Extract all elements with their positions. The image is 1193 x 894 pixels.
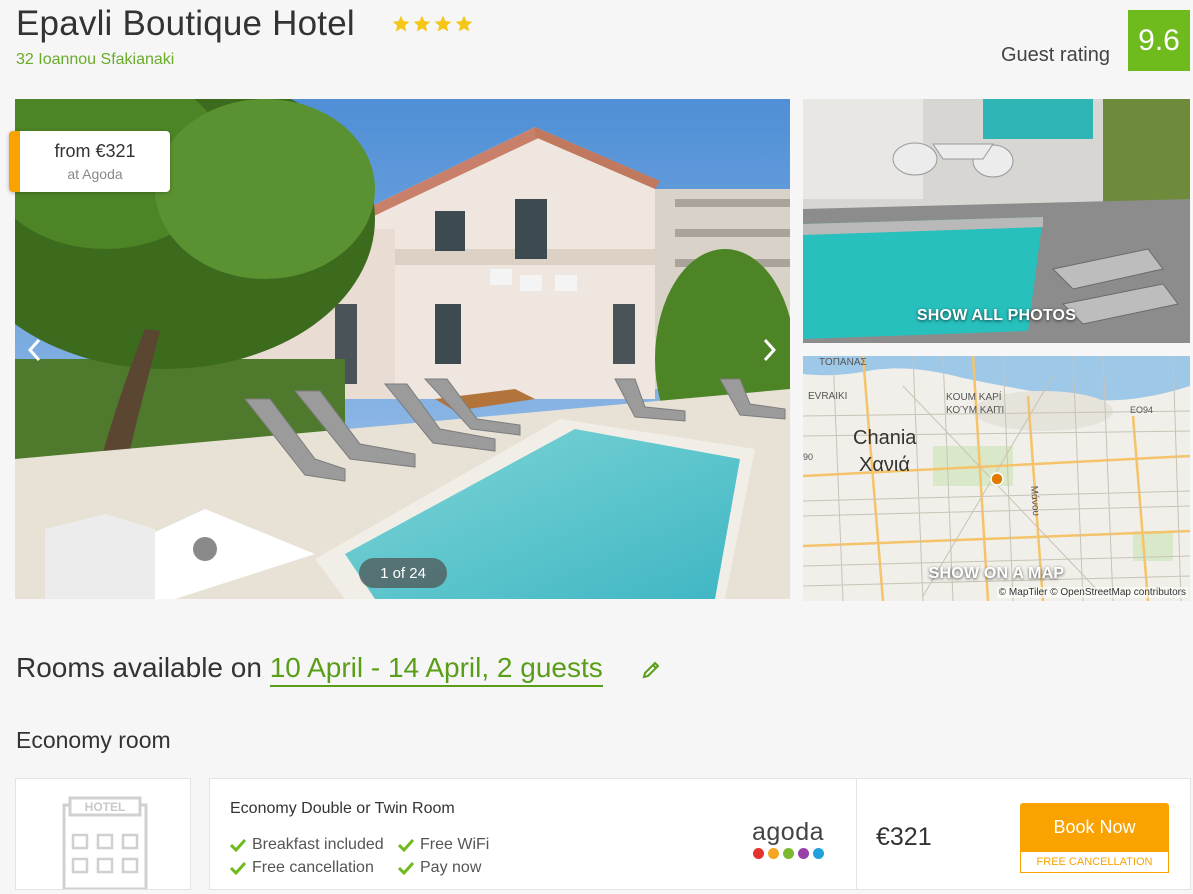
feature-wifi: Free WiFi xyxy=(398,836,489,854)
map-label-road-90: 90 xyxy=(803,452,813,462)
card-divider xyxy=(856,779,857,889)
star-icon xyxy=(413,15,431,32)
agoda-dot xyxy=(812,848,824,859)
feature-pay-now: Pay now xyxy=(398,859,481,877)
chevron-right-icon[interactable] xyxy=(756,330,784,370)
room-offer-card: Economy Double or Twin Room Breakfast in… xyxy=(209,778,1191,890)
pencil-icon[interactable] xyxy=(640,659,662,681)
map-tile[interactable]: ΤΟΠΑΝΑΣ EVRAIKI KOUM KAPÍ ΚΟΎΜ ΚΑΠΊ EO94… xyxy=(803,356,1190,601)
agoda-dots xyxy=(748,848,828,859)
map-label-eo94: EO94 xyxy=(1130,405,1153,415)
price-tag-accent xyxy=(9,131,20,192)
hotel-address-link[interactable]: 32 Ioannou Sfakianaki xyxy=(16,51,174,69)
check-icon xyxy=(230,861,246,875)
map-label-chania-greek: Χανιά xyxy=(859,454,910,476)
feature-label: Free WiFi xyxy=(420,836,490,853)
map-label-manou: Μάνου xyxy=(1028,485,1042,516)
map-label-koum-kapi-greek: ΚΟΎΜ ΚΑΠΊ xyxy=(946,405,1004,416)
photo-counter: 1 of 24 xyxy=(359,558,447,588)
agoda-logo: agoda xyxy=(748,819,828,859)
show-on-map-label: SHOW ON A MAP xyxy=(928,565,1065,582)
show-all-photos-label: SHOW ALL PHOTOS xyxy=(916,307,1077,324)
chevron-left-icon[interactable] xyxy=(20,330,48,370)
guest-rating-badge: 9.6 xyxy=(1128,10,1190,71)
star-icon xyxy=(455,15,473,32)
dates-guests-link[interactable]: 10 April - 14 April, 2 guests xyxy=(269,652,603,687)
map-label-chania: Chania xyxy=(853,427,917,449)
agoda-dot xyxy=(752,848,764,859)
lowest-price-tag[interactable]: from €321 at Agoda xyxy=(9,131,170,192)
guest-rating-label: Guest rating xyxy=(1001,44,1110,66)
agoda-dot xyxy=(767,848,779,859)
room-type-heading: Economy room xyxy=(16,727,171,753)
agoda-dot xyxy=(797,848,809,859)
check-icon xyxy=(398,861,414,875)
hotel-title: Epavli Boutique Hotel xyxy=(16,4,355,43)
rooms-heading-prefix: Rooms available on xyxy=(16,652,270,683)
show-all-photos-tile[interactable]: SHOW ALL PHOTOS xyxy=(803,99,1190,343)
map-credit: © MapTiler © OpenStreetMap contributors xyxy=(996,587,1188,598)
feature-breakfast: Breakfast included xyxy=(230,836,384,854)
hotel-placeholder-text: HOTEL xyxy=(85,800,126,814)
map-label-koum-kapi: KOUM KAPÍ xyxy=(946,390,1002,403)
star-rating xyxy=(391,14,474,34)
book-now-button[interactable]: Book Now xyxy=(1020,803,1169,851)
map-label-evraiki: EVRAIKI xyxy=(808,391,847,402)
rooms-heading: Rooms available on 10 April - 14 April, … xyxy=(16,652,603,687)
star-icon xyxy=(434,15,452,32)
room-image-placeholder: HOTEL xyxy=(15,778,191,891)
provider-name: agoda xyxy=(751,818,825,846)
agoda-dot xyxy=(782,848,794,859)
room-offer-name: Economy Double or Twin Room xyxy=(230,800,455,817)
feature-label: Free cancellation xyxy=(252,859,374,876)
feature-free-cancellation: Free cancellation xyxy=(230,859,374,877)
feature-label: Pay now xyxy=(420,859,482,876)
price-from: from €321 xyxy=(54,141,136,161)
map-label-topanas: ΤΟΠΑΝΑΣ xyxy=(819,357,867,368)
check-icon xyxy=(398,838,414,852)
room-price: €321 xyxy=(876,823,932,851)
free-cancellation-badge: FREE CANCELLATION xyxy=(1020,851,1169,873)
check-icon xyxy=(230,838,246,852)
star-icon xyxy=(392,15,410,32)
feature-label: Breakfast included xyxy=(252,836,384,853)
price-source: at Agoda xyxy=(67,166,123,182)
hotel-building-icon: HOTEL xyxy=(62,796,148,891)
